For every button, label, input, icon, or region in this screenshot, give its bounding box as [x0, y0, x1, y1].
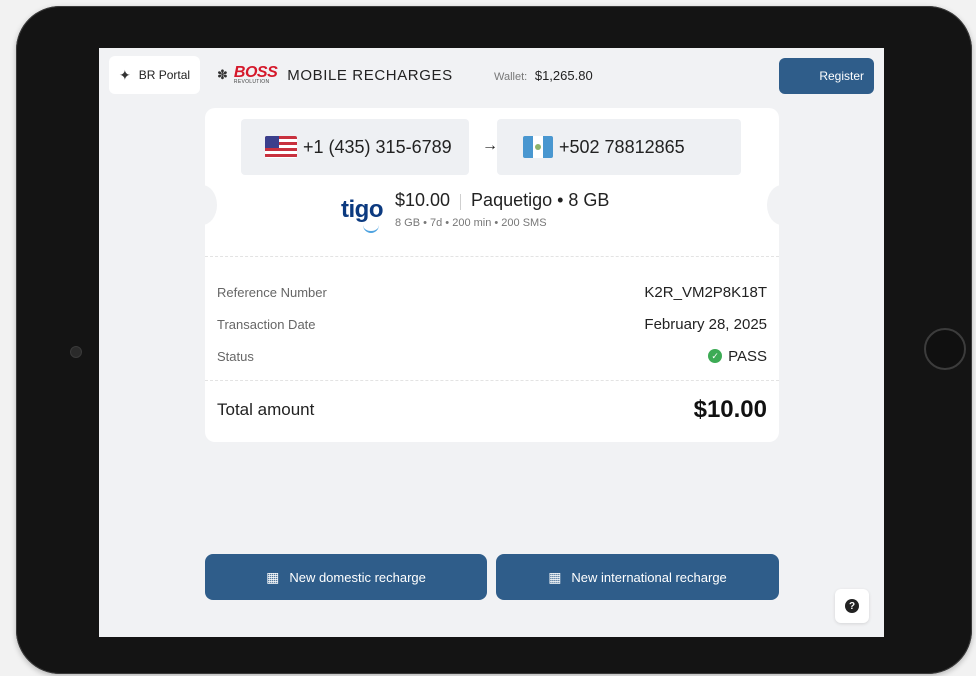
from-number-pill: +1 (435) 315-6789 [241, 119, 469, 175]
tigo-logo: tigo [341, 196, 383, 233]
reference-label: Reference Number [217, 284, 327, 300]
to-number-pill: +502 78812865 [497, 119, 741, 175]
total-row: Total amount $10.00 [217, 396, 767, 424]
help-button[interactable]: ? [835, 589, 869, 623]
plan-price: $10.00 [394, 190, 451, 210]
international-button-label: New international recharge [571, 569, 727, 585]
home-button[interactable] [924, 328, 966, 370]
camera-dot [70, 346, 82, 358]
question-circle-icon: ? [845, 599, 859, 613]
bird-logo-icon: ✽ [217, 67, 228, 82]
register-button[interactable]: Register [779, 58, 874, 94]
wallet-label: Wallet: [494, 71, 528, 83]
status-value: PASS [728, 347, 767, 365]
status-row: Status ✓ PASS [217, 340, 767, 372]
wallet-balance: Wallet: $1,265.80 [494, 68, 593, 83]
reference-value: K2R_VM2P8K18T [644, 283, 767, 301]
transaction-details: Reference Number K2R_VM2P8K18T Transacti… [217, 276, 767, 372]
app-screen: ✦ BR Portal ✽ BOSS REVOLUTION MOBILE REC… [99, 48, 884, 637]
receipt-card: +1 (435) 315-6789 → +502 78812865 tigo $… [187, 108, 797, 442]
phone-receipt-icon: ▦ [266, 568, 280, 585]
new-international-recharge-button[interactable]: ▦ New international recharge [496, 554, 779, 600]
ticket-notch-right [767, 185, 797, 225]
total-label: Total amount [217, 400, 315, 419]
tigo-logo-text: tigo [341, 196, 383, 223]
new-domestic-recharge-button[interactable]: ▦ New domestic recharge [205, 554, 487, 600]
total-value: $10.00 [693, 396, 767, 423]
br-portal-button[interactable]: ✦ BR Portal [109, 56, 201, 94]
domestic-button-label: New domestic recharge [289, 569, 426, 585]
brand: ✽ BOSS REVOLUTION MOBILE RECHARGES [217, 65, 453, 85]
us-flag-icon [265, 136, 297, 158]
check-circle-icon: ✓ [708, 349, 723, 363]
boss-logo: BOSS REVOLUTION [233, 65, 278, 85]
from-number: +1 (435) 315-6789 [303, 136, 452, 157]
status-badge: ✓ PASS [708, 348, 767, 365]
divider-bottom [205, 380, 779, 381]
reference-row: Reference Number K2R_VM2P8K18T [217, 276, 767, 308]
phone-receipt-icon: ▦ [548, 568, 562, 585]
plan-info: $10.00 Paquetigo • 8 GB 8 GB • 7d • 200 m… [395, 190, 609, 229]
date-value: February 28, 2025 [644, 315, 767, 333]
tag-icon: ✦ [119, 66, 131, 83]
plan-name: Paquetigo • 8 GB [471, 190, 610, 210]
date-row: Transaction Date February 28, 2025 [217, 308, 767, 340]
separator [460, 193, 462, 210]
app-title: MOBILE RECHARGES [287, 66, 453, 84]
tigo-smile-icon [363, 225, 379, 233]
status-label: Status [217, 348, 254, 364]
date-label: Transaction Date [217, 316, 316, 332]
boss-logo-subtext: REVOLUTION [233, 79, 270, 85]
wallet-value: $1,265.80 [534, 68, 593, 83]
divider-top [205, 256, 779, 257]
ticket-notch-left [187, 185, 217, 225]
plan-summary: tigo $10.00 Paquetigo • 8 GB 8 GB • 7d • … [341, 190, 609, 233]
guatemala-flag-icon [523, 136, 553, 158]
to-number: +502 78812865 [559, 136, 685, 157]
plan-details: 8 GB • 7d • 200 min • 200 SMS [394, 217, 547, 229]
top-bar: ✦ BR Portal ✽ BOSS REVOLUTION MOBILE REC… [99, 48, 884, 100]
br-portal-label: BR Portal [138, 68, 191, 82]
